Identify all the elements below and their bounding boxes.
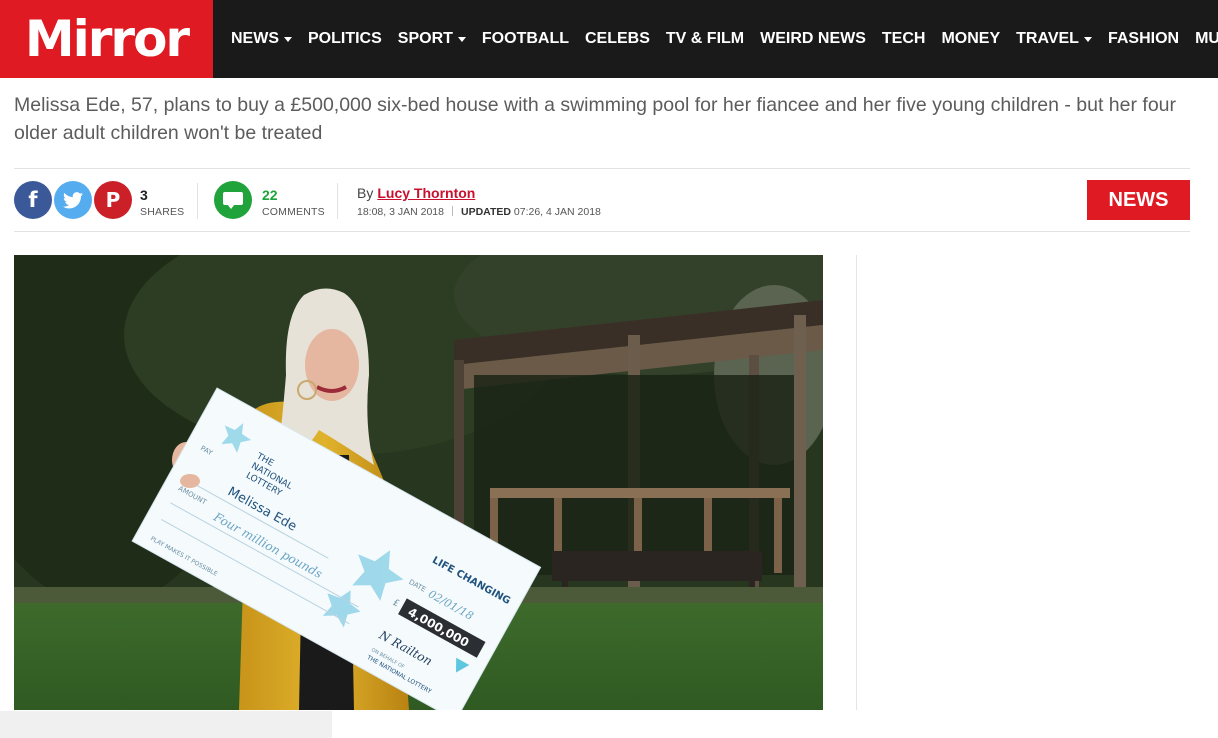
- nav-item-football[interactable]: FOOTBALL: [482, 30, 569, 48]
- byline-prefix: By: [357, 185, 374, 201]
- lead-image: THE NATIONAL LOTTERY PAY Melissa Ede AMO…: [14, 255, 823, 710]
- lottery-winner-photo: THE NATIONAL LOTTERY PAY Melissa Ede AMO…: [14, 255, 823, 710]
- nav-item-label: TRAVEL: [1016, 30, 1079, 47]
- divider: [14, 231, 1190, 232]
- pinterest-share-button[interactable]: P: [94, 181, 132, 219]
- nav-item-label: TECH: [881, 30, 926, 47]
- nav-item-label: TV & FILM: [665, 30, 745, 47]
- nav-item-label: NEWS: [231, 30, 279, 47]
- comments-button[interactable]: [214, 181, 252, 219]
- mirror-logo[interactable]: Mirror: [0, 0, 213, 78]
- caret-down-icon: [457, 36, 466, 42]
- nav-item-mums[interactable]: MUMS: [1195, 30, 1218, 48]
- nav-item-fashion[interactable]: FASHION: [1108, 30, 1179, 48]
- nav-item-tech[interactable]: TECH: [882, 30, 926, 48]
- section-tag-news[interactable]: NEWS: [1087, 180, 1190, 220]
- share-count: 3: [140, 187, 148, 203]
- article-dates: 18:08, 3 JAN 2018 UPDATED 07:26, 4 JAN 20…: [357, 206, 601, 218]
- nav-item-label: POLITICS: [308, 30, 382, 47]
- nav-item-sport[interactable]: SPORT: [398, 30, 466, 48]
- updated-time: 07:26, 4 JAN 2018: [513, 206, 601, 218]
- author-link[interactable]: Lucy Thornton: [377, 185, 475, 201]
- nav-item-label: SPORT: [397, 30, 453, 47]
- divider: [197, 183, 198, 219]
- nav-item-weird-news[interactable]: WEIRD NEWS: [760, 30, 866, 48]
- byline: By Lucy Thornton: [357, 185, 475, 201]
- share-label: SHARES: [140, 206, 185, 218]
- nav-item-label: MUMS: [1195, 30, 1218, 47]
- nav-item-politics[interactable]: POLITICS: [308, 30, 382, 48]
- nav-item-tv-film[interactable]: TV & FILM: [666, 30, 744, 48]
- divider: [14, 168, 1190, 169]
- nav-item-label: WEIRD NEWS: [760, 30, 866, 47]
- pinterest-icon: P: [105, 188, 121, 212]
- facebook-icon: f: [28, 188, 38, 212]
- comment-label: COMMENTS: [262, 206, 325, 218]
- footer-strip: [0, 711, 332, 738]
- nav-item-travel[interactable]: TRAVEL: [1016, 30, 1092, 48]
- caret-down-icon: [284, 36, 292, 42]
- facebook-share-button[interactable]: f: [14, 181, 52, 219]
- caret-down-icon: [1083, 36, 1092, 42]
- nav-item-label: FASHION: [1107, 30, 1180, 47]
- nav-item-money[interactable]: MONEY: [941, 30, 1000, 48]
- twitter-icon: [63, 191, 83, 208]
- nav-item-label: CELEBS: [585, 30, 650, 47]
- article-standfirst: Melissa Ede, 57, plans to buy a £500,000…: [14, 94, 1177, 144]
- comment-count[interactable]: 22: [262, 187, 278, 203]
- nav-item-label: FOOTBALL: [481, 30, 569, 47]
- twitter-share-button[interactable]: [54, 181, 92, 219]
- updated-label: UPDATED: [460, 206, 511, 218]
- sidebar-divider: [856, 255, 857, 710]
- site-header: Mirror NEWS POLITICS SPORT FOOTBALL CELEBS TV…: [0, 0, 1218, 78]
- nav-item-news[interactable]: NEWS: [231, 30, 292, 48]
- nav-item-celebs[interactable]: CELEBS: [585, 30, 650, 48]
- nav-item-label: MONEY: [941, 30, 1001, 47]
- main-nav: NEWS POLITICS SPORT FOOTBALL CELEBS TV & FILM…: [231, 0, 1218, 78]
- divider: [337, 183, 338, 219]
- published-time: 18:08, 3 JAN 2018: [357, 206, 444, 218]
